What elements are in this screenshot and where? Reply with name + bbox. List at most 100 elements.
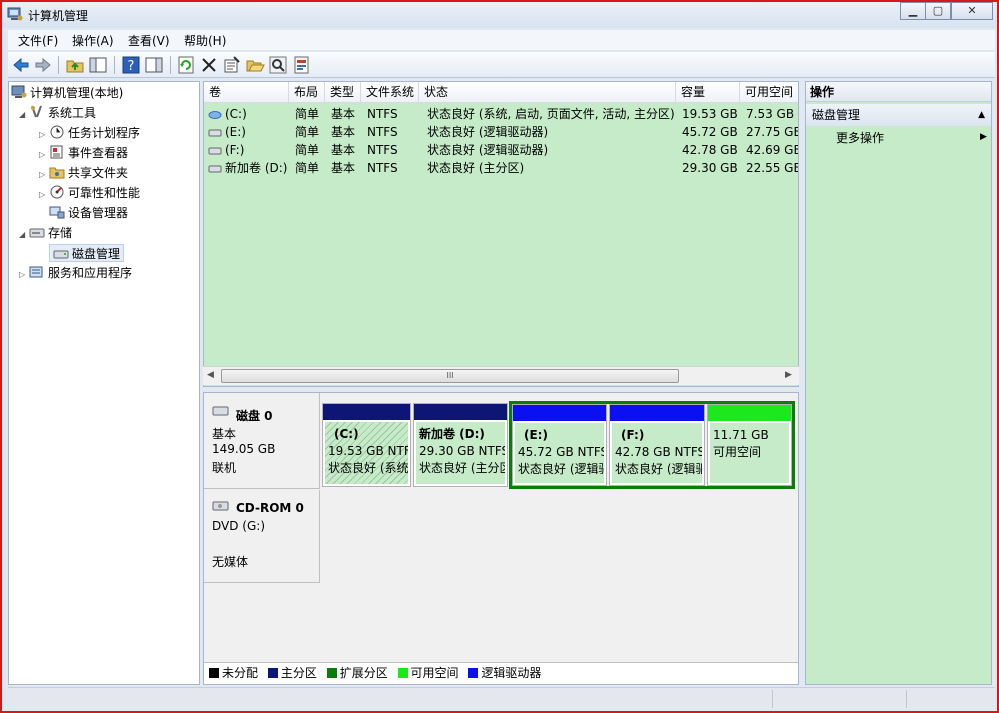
shared-folder-icon — [49, 165, 65, 179]
disk-0-info[interactable]: 磁盘 0 基本 149.05 GB 联机 — [204, 393, 320, 489]
find-icon[interactable] — [268, 55, 288, 75]
drive-icon — [208, 125, 222, 139]
partition-status: 状态良好 (系统, 启动, 页面文件, 活动, 主分区) — [328, 461, 408, 475]
expanded-arrow-icon[interactable]: ◢ — [19, 106, 29, 124]
legend-free-space: 可用空间 — [397, 666, 459, 680]
cell-status: 状态良好 (逻辑驱动器) — [427, 143, 549, 157]
legend-swatch — [209, 668, 219, 678]
cell-volume: (E:) — [225, 125, 246, 139]
tree-item-root[interactable]: 计算机管理(本地) — [11, 84, 123, 102]
properties-icon[interactable] — [222, 55, 242, 75]
collapse-up-icon[interactable]: ▲ — [978, 104, 985, 126]
partition-body: (E:) 45.72 GB NTFS 状态良好 (逻辑驱动器) — [515, 423, 604, 483]
console-icon[interactable] — [144, 55, 164, 75]
collapsed-arrow-icon[interactable]: ▷ — [39, 186, 49, 204]
menu-file[interactable]: 文件(F) — [18, 32, 58, 49]
maximize-button[interactable]: ▢ — [925, 2, 951, 20]
title-bar[interactable]: 计算机管理 ▁ ▢ ✕ — [2, 2, 997, 28]
column-header-status[interactable]: 状态 — [419, 82, 676, 103]
tree-label: 服务和应用程序 — [48, 266, 133, 280]
tree-label: 磁盘管理 — [72, 247, 121, 261]
tools-icon — [29, 105, 45, 119]
disk-status: 无媒体 — [212, 555, 249, 569]
partition-bar — [323, 404, 410, 420]
export-icon[interactable] — [292, 55, 312, 75]
cell-status: 状态良好 (系统, 启动, 页面文件, 活动, 主分区) — [427, 107, 675, 121]
tree-item-disk-management[interactable]: 磁盘管理 — [49, 244, 125, 262]
tree-item-shared-folders[interactable]: ▷ 共享文件夹 — [39, 164, 128, 182]
cdrom-icon — [212, 500, 230, 515]
cell-free-space: 42.69 GB — [746, 143, 799, 157]
back-arrow-icon[interactable] — [11, 55, 31, 75]
partition-e[interactable]: (E:) 45.72 GB NTFS 状态良好 (逻辑驱动器) — [512, 404, 607, 486]
close-button[interactable]: ✕ — [951, 2, 993, 20]
tree-item-system-tools[interactable]: ◢ 系统工具 — [19, 104, 96, 122]
column-header-capacity[interactable]: 容量 — [676, 82, 740, 103]
legend-extended: 扩展分区 — [326, 666, 388, 680]
up-folder-icon[interactable] — [65, 55, 85, 75]
tree-item-storage[interactable]: ◢ 存储 — [19, 224, 72, 242]
open-icon[interactable] — [245, 55, 265, 75]
scrollbar-thumb[interactable]: III — [221, 369, 679, 383]
legend-swatch — [468, 668, 479, 678]
collapsed-arrow-icon[interactable]: ▷ — [39, 166, 49, 184]
partition-d[interactable]: 新加卷 (D:) 29.30 GB NTFS 状态良好 (主分区) — [413, 403, 508, 487]
horizontal-scrollbar[interactable]: ◀ III ▶ — [203, 366, 799, 385]
collapsed-arrow-icon[interactable]: ▷ — [39, 126, 49, 144]
scroll-right-icon[interactable]: ▶ — [785, 370, 792, 380]
partition-free-space[interactable]: 11.71 GB 可用空间 — [707, 404, 792, 486]
cell-filesystem: NTFS — [367, 143, 398, 157]
partition-label: (E:) — [524, 428, 548, 442]
menu-help[interactable]: 帮助(H) — [184, 32, 226, 49]
help-icon[interactable]: ? — [121, 55, 141, 75]
menu-action[interactable]: 操作(A) — [72, 32, 114, 49]
minimize-icon: ▁ — [908, 4, 918, 17]
partition-c[interactable]: (C:) 19.53 GB NTFS 状态良好 (系统, 启动, 页面文件, 活… — [322, 403, 411, 487]
forward-arrow-icon[interactable] — [33, 55, 53, 75]
column-header-volume[interactable]: 卷 — [204, 82, 289, 103]
column-header-layout[interactable]: 布局 — [289, 82, 325, 103]
submenu-arrow-icon[interactable]: ▶ — [980, 132, 987, 142]
partition-bar — [513, 405, 606, 421]
collapsed-arrow-icon[interactable]: ▷ — [19, 266, 29, 284]
actions-section-disk-management[interactable]: 磁盘管理 ▲ — [806, 104, 991, 126]
scroll-left-icon[interactable]: ◀ — [207, 370, 214, 380]
cdrom-0-info[interactable]: CD-ROM 0 DVD (G:) 无媒体 — [204, 490, 320, 583]
show-hide-tree-icon[interactable] — [88, 55, 108, 75]
tree-item-reliability[interactable]: ▷ 可靠性和性能 — [39, 184, 140, 202]
tree-label: 共享文件夹 — [68, 166, 129, 180]
tree-item-device-manager[interactable]: 设备管理器 — [49, 204, 128, 222]
services-icon — [29, 265, 45, 279]
disk-icon — [212, 405, 230, 419]
menu-bar: 文件(F) 操作(A) 查看(V) 帮助(H) — [8, 30, 995, 50]
tree-label: 存储 — [48, 226, 73, 240]
tree-item-task-scheduler[interactable]: ▷ 任务计划程序 — [39, 124, 140, 142]
column-header-type[interactable]: 类型 — [325, 82, 361, 103]
partition-status: 状态良好 (逻辑驱动器) — [518, 462, 604, 476]
column-header-free-space[interactable]: 可用空间 — [740, 82, 798, 103]
partition-body: 新加卷 (D:) 29.30 GB NTFS 状态良好 (主分区) — [416, 422, 505, 484]
cell-free-space: 7.53 GB — [746, 107, 795, 121]
partition-body: (C:) 19.53 GB NTFS 状态良好 (系统, 启动, 页面文件, 活… — [325, 422, 408, 484]
column-header-filesystem[interactable]: 文件系统 — [361, 82, 419, 103]
partition-size: 42.78 GB NTFS — [615, 445, 702, 459]
partition-legend: 未分配 主分区 扩展分区 可用空间 逻辑驱动器 — [204, 662, 798, 684]
tree-item-services[interactable]: ▷ 服务和应用程序 — [19, 264, 132, 282]
partition-bar — [414, 404, 507, 420]
more-actions-item[interactable]: 更多操作 — [836, 129, 884, 147]
tree-item-event-viewer[interactable]: ▷ 事件查看器 — [39, 144, 128, 162]
delete-icon[interactable] — [199, 55, 219, 75]
device-manager-icon — [49, 205, 65, 219]
expanded-arrow-icon[interactable]: ◢ — [19, 226, 29, 244]
cell-type: 基本 — [331, 125, 356, 139]
refresh-icon[interactable] — [176, 55, 196, 75]
collapsed-arrow-icon[interactable]: ▷ — [39, 146, 49, 164]
storage-icon — [29, 225, 45, 239]
legend-unallocated: 未分配 — [209, 666, 258, 680]
partition-f[interactable]: (F:) 42.78 GB NTFS 状态良好 (逻辑驱动器) — [609, 404, 705, 486]
cell-filesystem: NTFS — [367, 107, 398, 121]
minimize-button[interactable]: ▁ — [900, 2, 926, 20]
tree-label: 任务计划程序 — [68, 126, 141, 140]
menu-view[interactable]: 查看(V) — [128, 32, 170, 49]
legend-label: 扩展分区 — [339, 666, 388, 680]
